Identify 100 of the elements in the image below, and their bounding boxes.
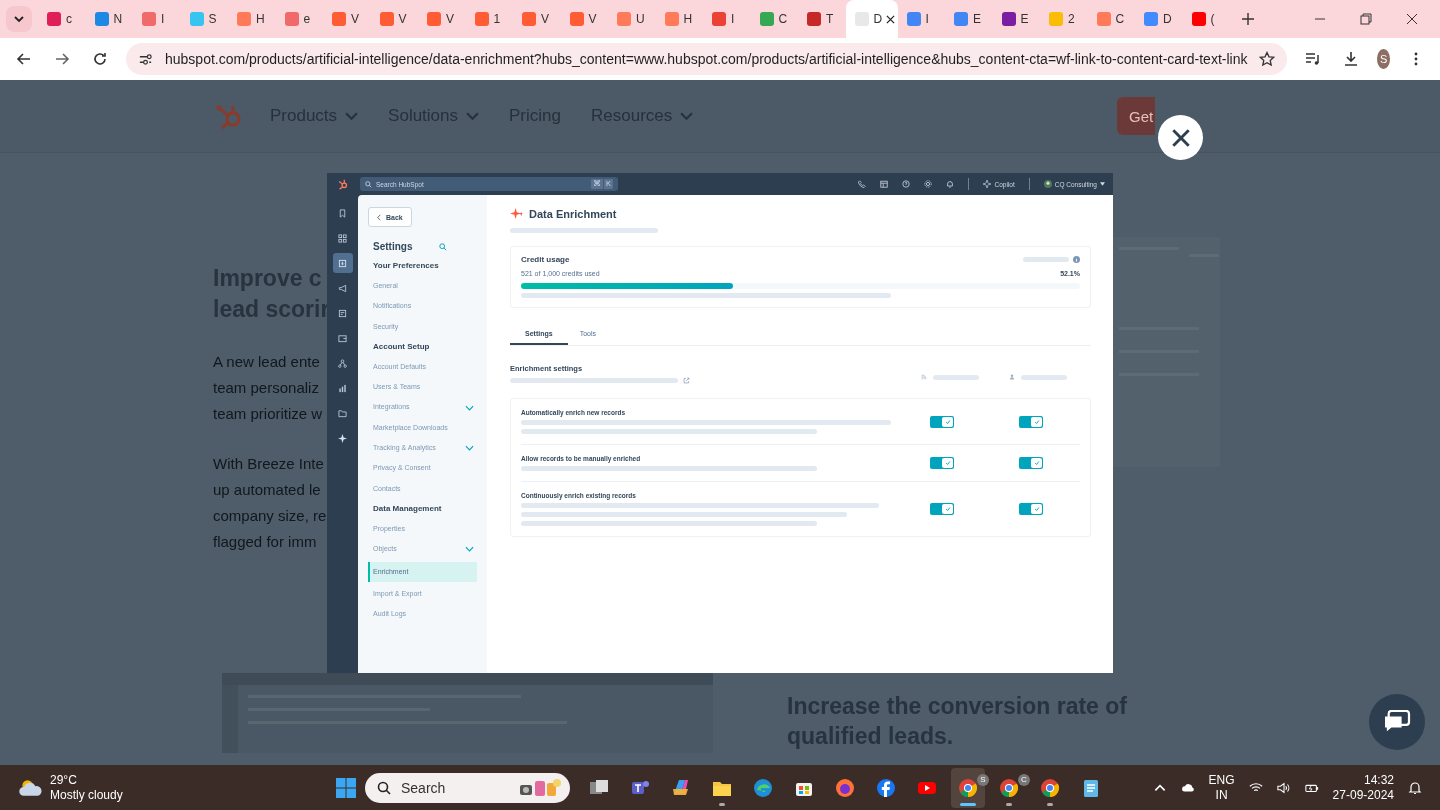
address-bar[interactable]: hubspot.com/products/artificial-intelligence/data-enrichment?hubs_content=www.hubspot.com/products/artificial-intelligence&hubs_content-cta=wf-link-to-content-card-text-link (126, 43, 1288, 75)
bell-icon[interactable] (946, 180, 955, 188)
browser-tab[interactable]: C (750, 0, 798, 38)
close-icon (1169, 126, 1192, 149)
close-icon[interactable] (1406, 13, 1418, 25)
browser-tab[interactable]: 1 (465, 0, 513, 38)
browser-tab[interactable]: e (275, 0, 323, 38)
phone-icon[interactable] (858, 180, 867, 188)
info-icon[interactable] (1073, 256, 1080, 263)
download-icon[interactable] (1343, 51, 1360, 67)
bookmark-star-icon[interactable] (1259, 51, 1276, 67)
restore-icon[interactable] (1360, 13, 1372, 25)
tab-title: V (351, 12, 359, 26)
cloudy-weather-icon[interactable] (18, 777, 44, 798)
help-icon[interactable] (902, 180, 911, 188)
check-icon (1033, 506, 1040, 512)
check-icon (1033, 460, 1040, 466)
browser-tab[interactable]: T (798, 0, 846, 38)
language-text[interactable]: ENG (1208, 772, 1235, 788)
browser-tab[interactable]: E (992, 0, 1040, 38)
toggle-switch[interactable] (930, 415, 954, 428)
tab-title: H (256, 12, 265, 26)
browser-tab[interactable]: E (945, 0, 993, 38)
tab-title: 1 (493, 12, 501, 26)
chat-button[interactable] (1369, 694, 1425, 750)
card-title: Credit usage (521, 255, 570, 264)
profile-badge: C (1018, 773, 1030, 786)
browser-tab[interactable]: V (418, 0, 466, 38)
site-settings-icon[interactable] (138, 51, 153, 67)
browser-tab[interactable]: C (1087, 0, 1135, 38)
browser-tab[interactable]: V (323, 0, 371, 38)
toggle-switch[interactable] (1019, 415, 1043, 428)
browser-tab[interactable]: V (560, 0, 608, 38)
facebook-icon (875, 776, 897, 799)
browser-tab[interactable]: I (897, 0, 945, 38)
browser-tab[interactable]: N (85, 0, 133, 38)
tab-list-button[interactable] (6, 6, 32, 32)
browser-tab[interactable]: V (370, 0, 418, 38)
sprocket-logo (337, 178, 349, 190)
browser-tab[interactable]: V (513, 0, 561, 38)
person-icon (1009, 374, 1015, 380)
chevron-icon[interactable] (465, 445, 474, 452)
browser-tab[interactable]: U (608, 0, 656, 38)
reload-icon[interactable] (92, 51, 108, 67)
chrome-icon (1039, 776, 1061, 799)
calendar-icon[interactable] (880, 180, 889, 188)
forward-icon[interactable] (54, 51, 70, 67)
browser-tab[interactable]: D (845, 0, 898, 38)
chevron-icon[interactable] (465, 404, 474, 411)
tab-title: C (778, 12, 788, 26)
running-indicator (960, 802, 976, 806)
taskbar-search-field[interactable]: Search (365, 772, 570, 803)
tab-title: C (1115, 12, 1125, 26)
search-icon (365, 180, 372, 188)
tab-title: S (208, 12, 217, 26)
browser-tab[interactable]: c (38, 0, 86, 38)
running-indicator (719, 802, 725, 806)
start-icon[interactable] (335, 776, 357, 799)
settings-icon[interactable] (924, 180, 933, 188)
caret-icon (345, 111, 359, 121)
browser-tab[interactable]: I (703, 0, 751, 38)
running-indicator (1006, 802, 1012, 806)
toggle-switch[interactable] (1019, 457, 1043, 469)
demo-button[interactable]: Get (1117, 97, 1155, 135)
inbox-icon[interactable] (332, 253, 353, 273)
browser-tab[interactable]: ( (1182, 0, 1230, 38)
browser-tab[interactable]: 2 (1040, 0, 1088, 38)
back-icon[interactable] (16, 51, 32, 67)
browser-tab[interactable]: H (228, 0, 276, 38)
browser-tab[interactable]: D (1135, 0, 1183, 38)
tab-title: V (446, 12, 454, 26)
toggle-switch[interactable] (930, 457, 954, 469)
profile-badge: S (977, 773, 989, 786)
profile-avatar[interactable]: S (1377, 49, 1390, 69)
volume-icon[interactable] (1276, 780, 1291, 795)
sparkle-icon (983, 180, 992, 188)
tab-title: 2 (1068, 12, 1075, 26)
tab-title: E (1020, 12, 1029, 26)
toggle-switch[interactable] (1019, 503, 1043, 515)
tab-title: I (925, 12, 929, 26)
caret-icon (1100, 182, 1105, 186)
clock-time[interactable]: 14:32 (1332, 772, 1394, 788)
clock-date[interactable]: 27-09-2024 (1332, 787, 1394, 803)
toggle-switch[interactable] (930, 503, 954, 515)
browser-tab[interactable]: I (133, 0, 181, 38)
tab-title: ( (1210, 12, 1215, 26)
new-tab-icon[interactable] (1242, 13, 1254, 25)
chevron-icon[interactable] (465, 546, 474, 553)
region-text[interactable]: IN (1208, 787, 1235, 803)
media-control-icon[interactable] (1305, 51, 1322, 67)
weather-text: Mostly cloudy (50, 787, 123, 803)
tab-title: D (1163, 12, 1172, 26)
search-icon (377, 780, 391, 795)
tab-title: I (731, 12, 735, 26)
check-icon (1033, 418, 1040, 425)
close-icon[interactable] (886, 14, 896, 24)
chevron-left-icon (377, 213, 381, 221)
browser-tab[interactable]: H (655, 0, 703, 38)
browser-tab[interactable]: S (180, 0, 228, 38)
building-icon (921, 374, 927, 380)
